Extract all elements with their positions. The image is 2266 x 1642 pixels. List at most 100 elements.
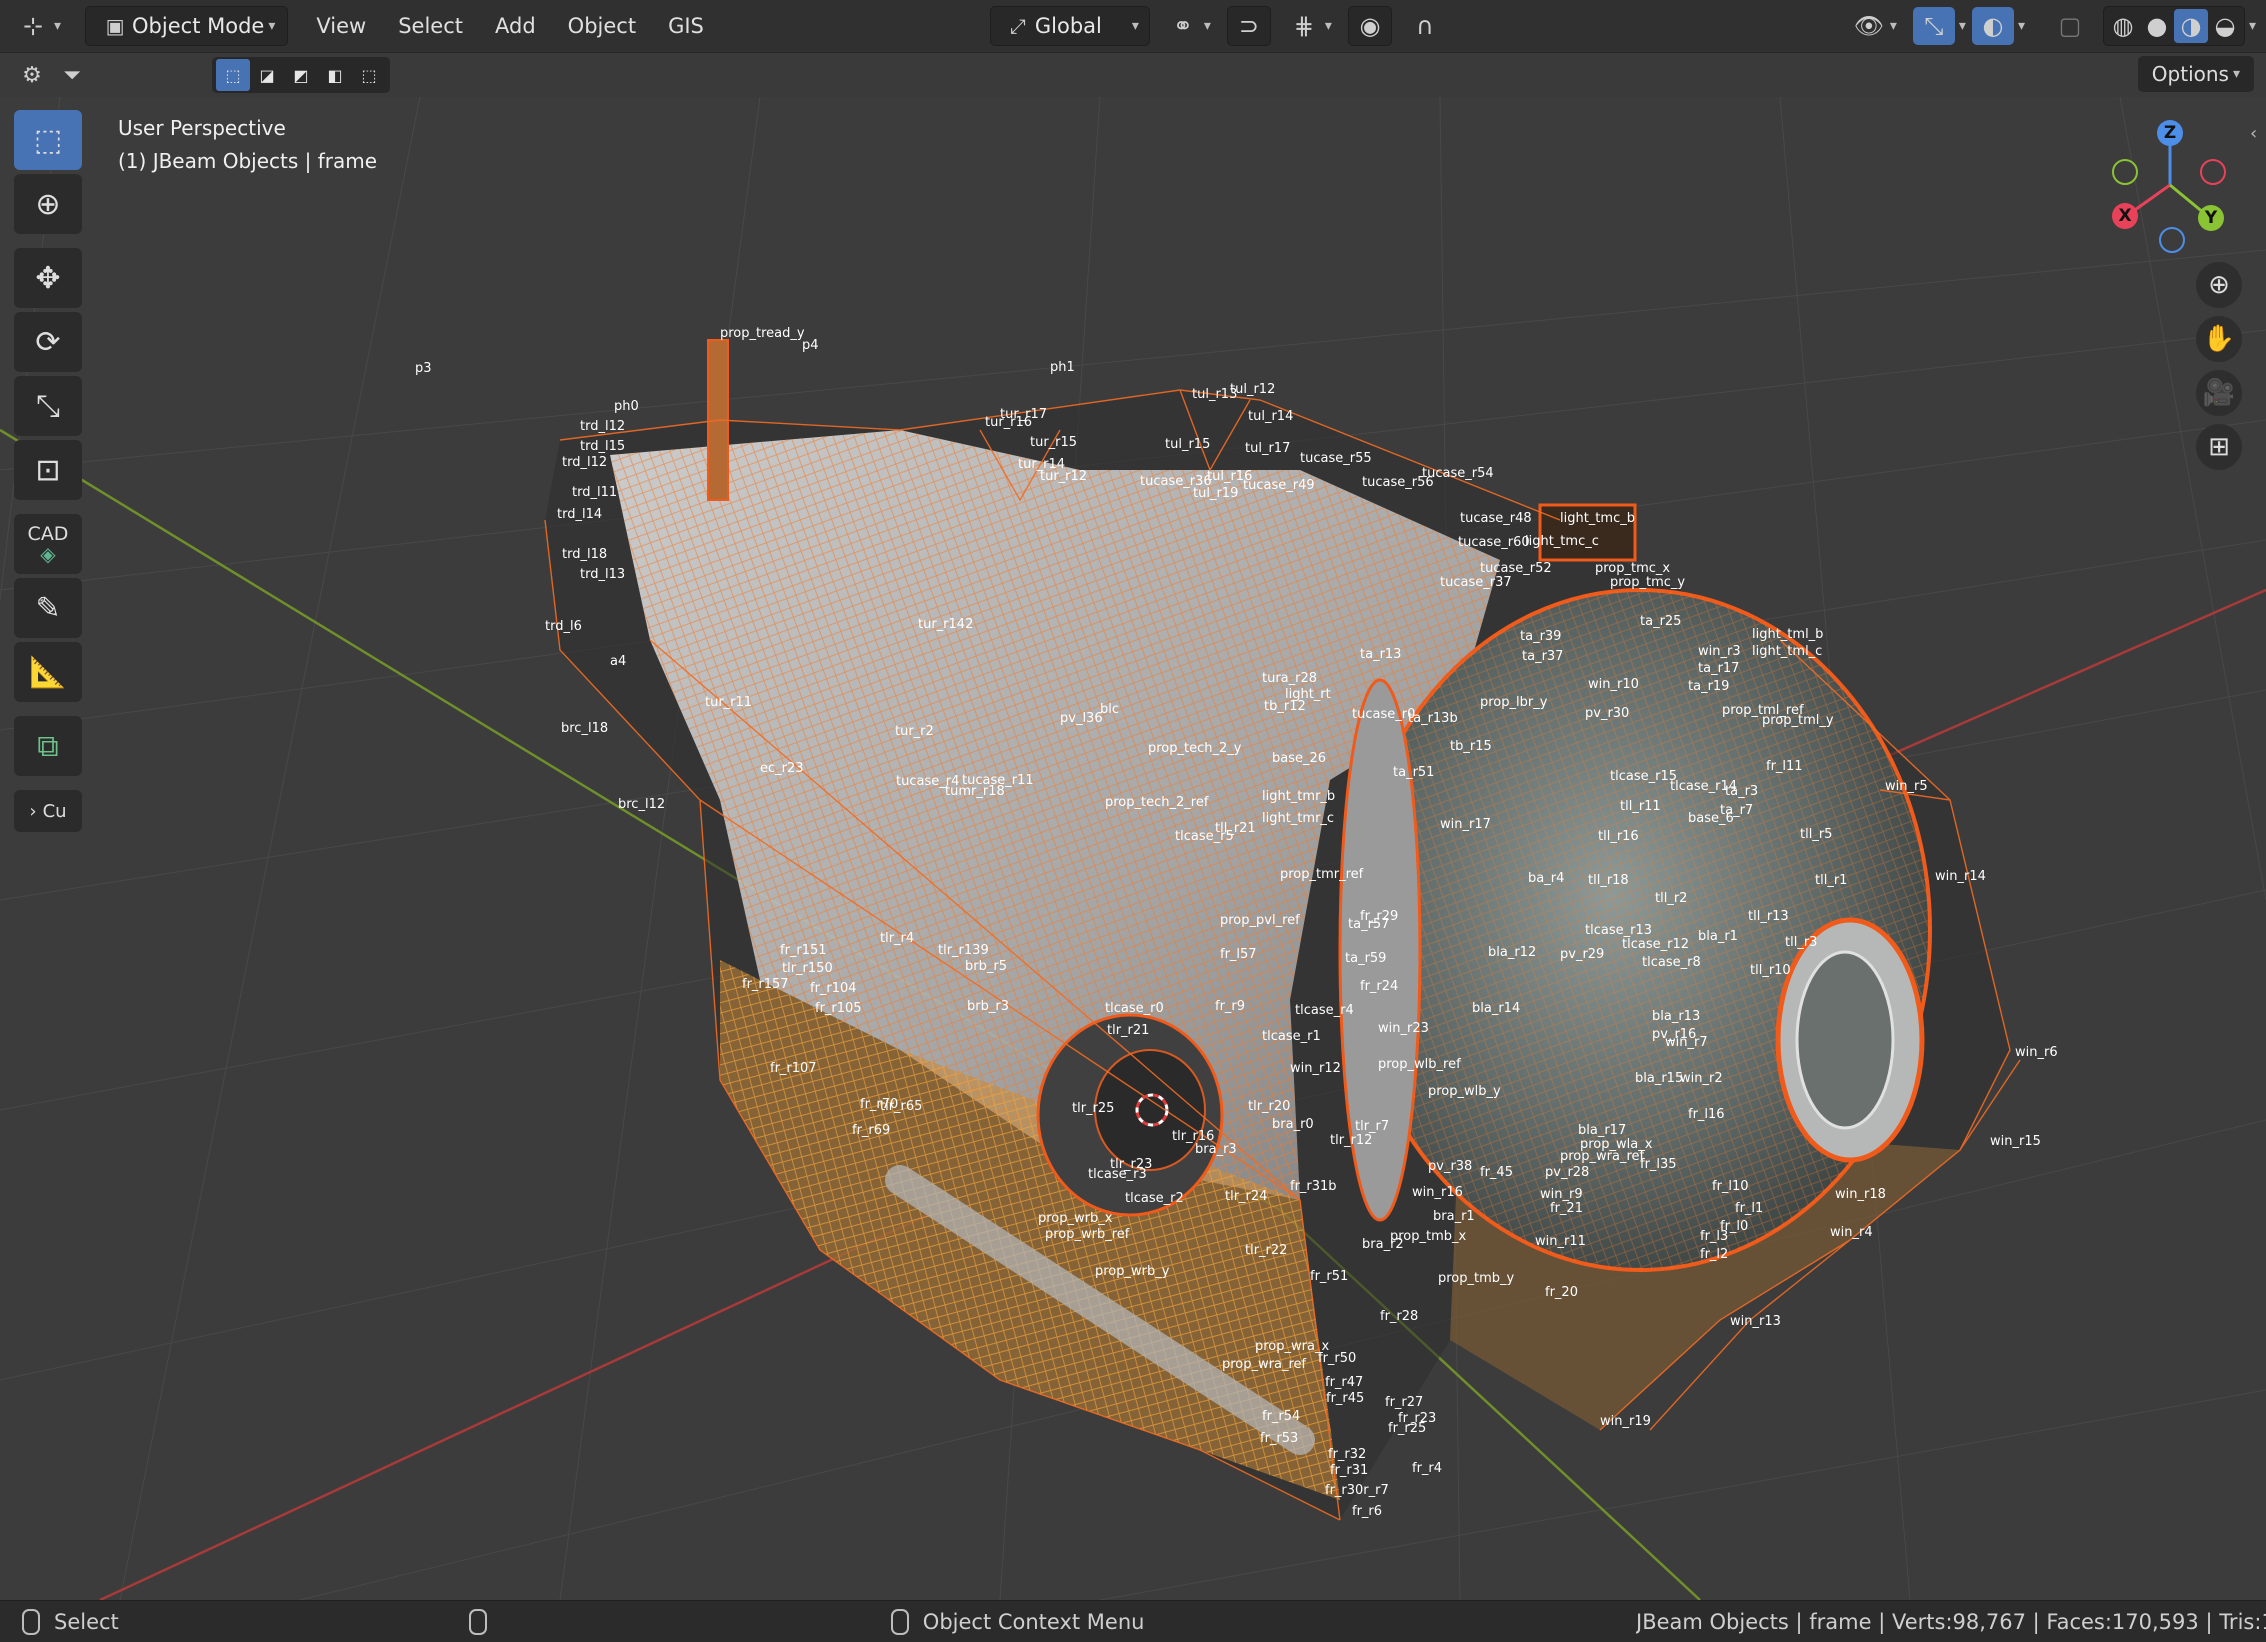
overlay-toggle[interactable]: ◐ — [1971, 7, 2014, 45]
menu-add[interactable]: Add — [479, 14, 552, 38]
3d-viewport-icon: ⊹ — [22, 12, 44, 40]
move-tool[interactable]: ✥ — [14, 248, 82, 308]
menu-select[interactable]: Select — [382, 14, 479, 38]
navigation-gizmo[interactable]: Z X Y — [2100, 115, 2240, 255]
camera-view-icon[interactable]: 🎥 — [2196, 370, 2242, 416]
chevron-down-icon: ▾ — [2248, 18, 2256, 34]
node-label: win_r2 — [1680, 1071, 1723, 1086]
node-label: win_r15 — [1990, 1134, 2041, 1149]
pivot-point-button[interactable]: ⚭ ▾ — [1156, 7, 1221, 45]
perspective-grid-icon[interactable]: ⊞ — [2196, 424, 2242, 470]
snap-target-button[interactable]: ⋕ ▾ — [1277, 7, 1342, 45]
node-label: tlr_r24 — [1225, 1189, 1267, 1204]
node-label: tll_r1 — [1815, 873, 1847, 888]
add-cube-tool[interactable]: ⧉ — [14, 716, 82, 776]
gizmo-neg-z-axis[interactable] — [2159, 227, 2185, 253]
node-label: tll_r16 — [1598, 829, 1639, 844]
options-dropdown[interactable]: Options ▾ — [2137, 56, 2254, 92]
gizmo-neg-y-axis[interactable] — [2200, 159, 2226, 185]
options-label: Options — [2151, 62, 2229, 86]
node-label: ph0 — [614, 399, 639, 414]
select-new-icon[interactable]: ⬚ — [216, 59, 250, 91]
node-label: win_r3 — [1698, 644, 1741, 659]
node-label: prop_tech_2_y — [1148, 741, 1242, 756]
node-label: fr_r53 — [1260, 1431, 1298, 1446]
move-icon: ✥ — [35, 260, 61, 296]
select-box-tool[interactable]: ⬚ — [14, 110, 82, 170]
select-extend-icon[interactable]: ◪ — [250, 59, 284, 91]
node-label: prop_wrb_x — [1038, 1211, 1113, 1226]
node-label: tlr_r16 — [1172, 1129, 1214, 1144]
3d-viewport[interactable]: p3 prop_tread_y p4 ph1 ph0 trd_l12 trd_l15 trd_… — [0, 97, 2266, 1600]
rendered-shading-icon[interactable]: ◒ — [2208, 9, 2242, 43]
proportional-editing-toggle[interactable]: ◉ — [1347, 6, 1392, 46]
toolbar-expander[interactable]: › Cu — [14, 790, 82, 832]
zoom-icon[interactable]: ⊕ — [2196, 262, 2242, 308]
node-label: fr_r25 — [1388, 1421, 1426, 1436]
xray-toggle[interactable]: ▢ — [2043, 7, 2097, 45]
node-label: light_rt — [1285, 687, 1331, 702]
annotate-tool[interactable]: ✎ — [14, 578, 82, 638]
gizmo-toggle[interactable]: ⤡ — [1912, 7, 1955, 45]
node-label: fr_r105 — [815, 1001, 862, 1016]
node-label: tlcase_r13 — [1585, 923, 1652, 938]
select-subtract-icon[interactable]: ◩ — [284, 59, 318, 91]
node-label: tll_r10 — [1750, 963, 1791, 978]
cursor-tool[interactable]: ⊕ — [14, 174, 82, 234]
node-label: tll_r21 — [1215, 821, 1256, 836]
editor-type-button[interactable]: ⊹ ▾ — [6, 7, 71, 45]
falloff-button[interactable]: ∩ — [1398, 7, 1452, 45]
node-label: prop_wlb_y — [1428, 1084, 1501, 1099]
menu-object[interactable]: Object — [552, 14, 652, 38]
node-label: win_r5 — [1885, 779, 1928, 794]
node-label: bla_r15 — [1635, 1071, 1683, 1086]
status-scene-stats: JBeam Objects | frame | Verts:98,767 | F… — [1636, 1609, 2266, 1634]
gizmo-x-axis[interactable]: X — [2112, 203, 2138, 229]
node-label: tll_r5 — [1800, 827, 1832, 842]
menu-view[interactable]: View — [300, 14, 382, 38]
node-label: trd_l12 — [580, 419, 625, 434]
sidebar-collapse-arrow[interactable]: ‹ — [2250, 123, 2257, 144]
menu-gis[interactable]: GIS — [652, 14, 720, 38]
node-label: brc_l12 — [618, 797, 665, 812]
node-label: fr_r157 — [742, 977, 789, 992]
pan-hand-icon[interactable]: ✋ — [2196, 316, 2242, 362]
node-label: p3 — [415, 361, 432, 376]
node-label: fr_r24 — [1360, 979, 1398, 994]
visibility-button[interactable]: 👁 ▾ — [1842, 7, 1907, 45]
solid-shading-icon[interactable]: ● — [2140, 9, 2174, 43]
node-label: light_tml_b — [1752, 627, 1823, 642]
transform-orientation-dropdown[interactable]: ⤢ Global ▾ — [989, 6, 1150, 46]
select-intersect-icon[interactable]: ⬚ — [352, 59, 386, 91]
node-label: ta_r59 — [1345, 951, 1386, 966]
status-bar: Select Object Context Menu JBeam Objects… — [0, 1600, 2266, 1642]
tool-shelf: ⬚ ⊕ ✥ ⟳ ⤡ ⊡ CAD ◈ ✎ 📐 ⧉ › Cu — [14, 110, 86, 832]
node-label: prop_wra_ref — [1222, 1357, 1307, 1372]
node-label: fr_r27 — [1385, 1395, 1423, 1410]
node-label: tlr_r25 — [1072, 1101, 1114, 1116]
gizmo-z-axis[interactable]: Z — [2157, 120, 2183, 146]
rotate-tool[interactable]: ⟳ — [14, 312, 82, 372]
scale-tool[interactable]: ⤡ — [14, 376, 82, 436]
node-label: ph1 — [1050, 360, 1075, 375]
node-label: tucase_r52 — [1480, 561, 1552, 576]
cad-tool[interactable]: CAD ◈ — [14, 514, 82, 574]
gizmo-y-axis[interactable]: Y — [2198, 205, 2224, 231]
chevron-down-icon: ▾ — [2017, 18, 2025, 34]
material-shading-icon[interactable]: ◑ — [2173, 9, 2208, 43]
gizmo-neg-x-axis[interactable] — [2112, 159, 2138, 185]
node-label: tucase_r4 — [896, 774, 959, 789]
node-label: light_tmc_b — [1560, 511, 1635, 526]
mode-dropdown[interactable]: ▣ Object Mode ▾ — [85, 6, 289, 46]
node-label: tll_r11 — [1620, 799, 1661, 814]
snap-toggle[interactable]: ⊃ — [1226, 6, 1271, 46]
scene-canvas[interactable]: p3prop_tread_yp4ph1ph0trd_l12trd_l15trd_… — [0, 97, 2266, 1600]
wireframe-shading-icon[interactable]: ◍ — [2106, 9, 2140, 43]
node-label: light_tmr_c — [1262, 811, 1334, 826]
measure-tool[interactable]: 📐 — [14, 642, 82, 702]
pivot-icon: ⚭ — [1172, 12, 1193, 40]
filter-icon[interactable]: ⏷ — [52, 57, 92, 93]
settings-gear-icon[interactable]: ⚙ — [12, 57, 52, 93]
transform-tool[interactable]: ⊡ — [14, 440, 82, 500]
select-invert-icon[interactable]: ◧ — [318, 59, 352, 91]
